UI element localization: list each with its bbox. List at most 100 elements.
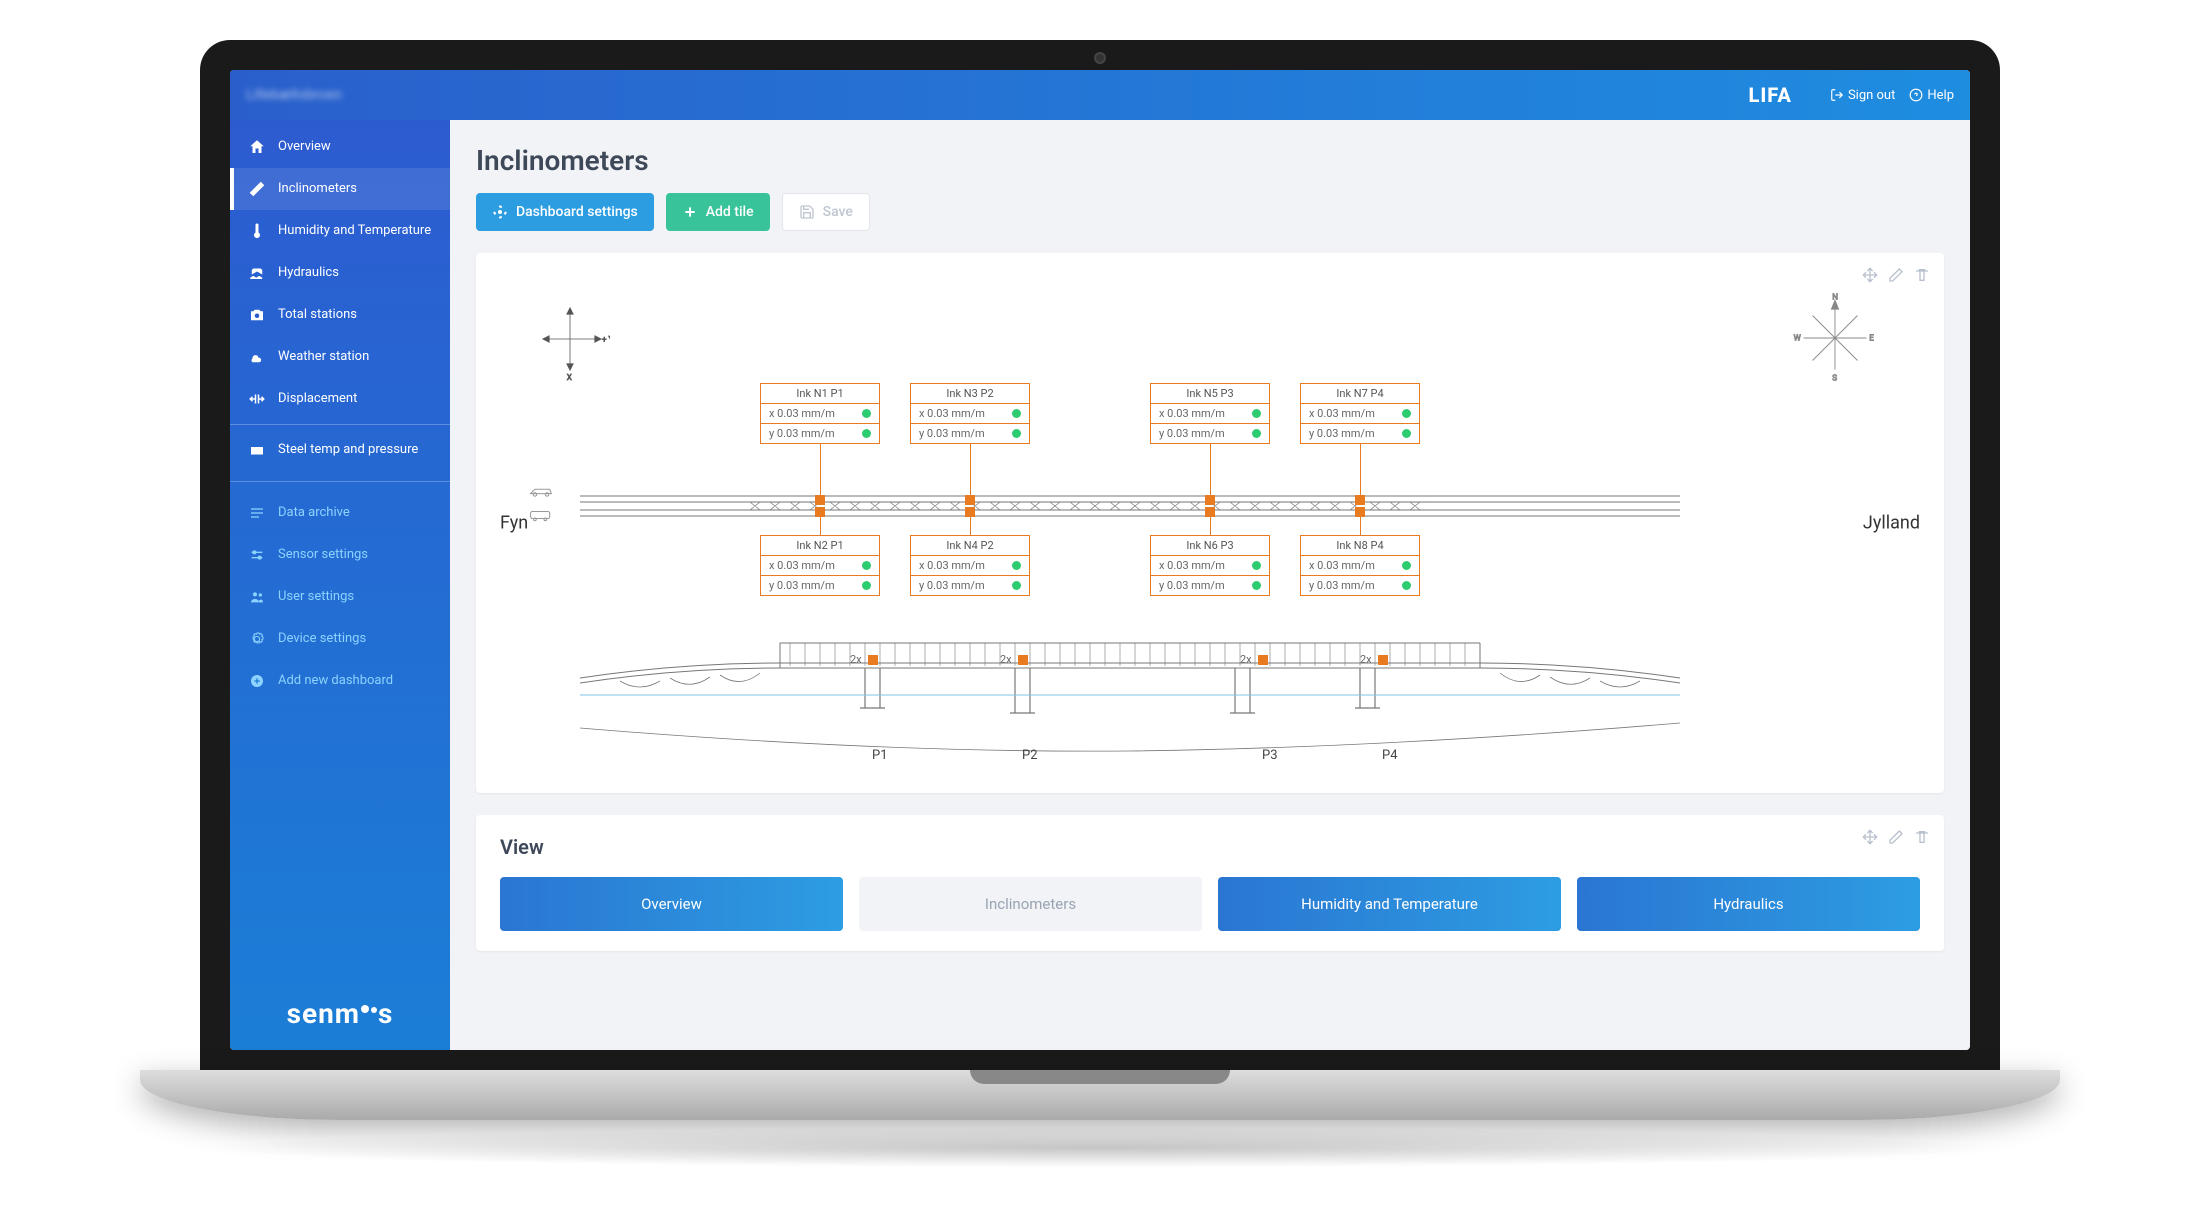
sidebar-item-label: Data archive xyxy=(278,505,350,521)
users-icon xyxy=(248,588,266,606)
status-dot-ok xyxy=(1012,409,1021,418)
sensor-box[interactable]: Ink N6 P3x 0.03 mm/my 0.03 mm/m xyxy=(1150,535,1270,596)
sidebar-item-sensor-settings[interactable]: Sensor settings xyxy=(230,534,450,576)
sensor-marker xyxy=(1355,507,1365,517)
sidebar-item-label: Displacement xyxy=(278,391,357,407)
diagram-card: Fyn Jylland + Y X xyxy=(476,253,1944,793)
svg-text:E: E xyxy=(1869,333,1874,343)
view-button[interactable]: Hydraulics xyxy=(1577,877,1920,931)
sidebar-item-add-dashboard[interactable]: Add new dashboard xyxy=(230,660,450,702)
view-button[interactable]: Inclinometers xyxy=(859,877,1202,931)
laptop-camera xyxy=(1094,52,1106,64)
sensor-y-reading: y 0.03 mm/m xyxy=(1151,423,1269,443)
gauge-icon xyxy=(248,441,266,459)
sidebar-item-label: Total stations xyxy=(278,307,357,323)
sensor-box[interactable]: Ink N3 P2x 0.03 mm/my 0.03 mm/m xyxy=(910,383,1030,444)
ship-icon xyxy=(248,264,266,282)
status-dot-ok xyxy=(1402,429,1411,438)
sliders-icon xyxy=(248,546,266,564)
dashboard-settings-button[interactable]: Dashboard settings xyxy=(476,193,654,231)
pier-label: P3 xyxy=(1262,748,1278,763)
sensor-name: Ink N6 P3 xyxy=(1151,536,1269,556)
sensor-y-reading: y 0.03 mm/m xyxy=(1151,575,1269,595)
gear-icon xyxy=(248,630,266,648)
sidebar-item-steel-temp[interactable]: Steel temp and pressure xyxy=(230,429,450,471)
thermometer-icon xyxy=(248,222,266,240)
sidebar-item-device-settings[interactable]: Device settings xyxy=(230,618,450,660)
sidebar-item-label: Weather station xyxy=(278,349,369,365)
sensor-box[interactable]: Ink N1 P1x 0.03 mm/my 0.03 mm/m xyxy=(760,383,880,444)
page-title: Inclinometers xyxy=(476,144,1944,177)
sensor-box[interactable]: Ink N8 P4x 0.03 mm/my 0.03 mm/m xyxy=(1300,535,1420,596)
sensor-x-reading: x 0.03 mm/m xyxy=(911,404,1029,423)
app-header: Lillebæltsbroen LIFA Sign out Help xyxy=(230,70,1970,120)
camera-icon xyxy=(248,306,266,324)
sign-out-label: Sign out xyxy=(1848,88,1895,103)
status-dot-ok xyxy=(1012,561,1021,570)
move-icon[interactable] xyxy=(1862,829,1878,845)
view-button[interactable]: Overview xyxy=(500,877,843,931)
sensor-box[interactable]: Ink N5 P3x 0.03 mm/my 0.03 mm/m xyxy=(1150,383,1270,444)
button-label: Save xyxy=(823,204,853,220)
status-dot-ok xyxy=(862,561,871,570)
diagram-right-label: Jylland xyxy=(1863,513,1920,534)
sidebar-item-inclinometers[interactable]: Inclinometers xyxy=(230,168,450,210)
bridge-top-view xyxy=(580,488,1680,524)
sensor-connector xyxy=(1210,515,1211,535)
sensor-marker xyxy=(1258,655,1268,665)
sidebar-divider xyxy=(230,481,450,482)
pier-2x-label: 2x xyxy=(1000,653,1012,666)
gear-icon xyxy=(492,204,508,220)
pier-label: P1 xyxy=(872,748,888,763)
sidebar-item-hydraulics[interactable]: Hydraulics xyxy=(230,252,450,294)
add-tile-button[interactable]: Add tile xyxy=(666,193,770,231)
sidebar-item-data-archive[interactable]: Data archive xyxy=(230,492,450,534)
sensor-x-reading: x 0.03 mm/m xyxy=(1301,404,1419,423)
sensor-box[interactable]: Ink N4 P2x 0.03 mm/my 0.03 mm/m xyxy=(910,535,1030,596)
status-dot-ok xyxy=(1252,581,1261,590)
view-button[interactable]: Humidity and Temperature xyxy=(1218,877,1561,931)
svg-text:S: S xyxy=(1832,372,1837,382)
sensor-marker xyxy=(1205,495,1215,505)
sensor-box[interactable]: Ink N7 P4x 0.03 mm/my 0.03 mm/m xyxy=(1300,383,1420,444)
status-dot-ok xyxy=(862,409,871,418)
toolbar: Dashboard settings Add tile Save xyxy=(476,193,1944,231)
sensor-marker xyxy=(1205,507,1215,517)
status-dot-ok xyxy=(1012,581,1021,590)
archive-icon xyxy=(248,504,266,522)
trash-icon[interactable] xyxy=(1914,829,1930,845)
edit-icon[interactable] xyxy=(1888,829,1904,845)
ruler-icon xyxy=(248,180,266,198)
sidebar-secondary: Data archive Sensor settings User settin… xyxy=(230,486,450,708)
sidebar-item-total-stations[interactable]: Total stations xyxy=(230,294,450,336)
sensor-x-reading: x 0.03 mm/m xyxy=(761,404,879,423)
status-dot-ok xyxy=(1252,429,1261,438)
sensor-x-reading: x 0.03 mm/m xyxy=(1301,556,1419,575)
laptop-shadow xyxy=(200,1128,2000,1168)
help-label: Help xyxy=(1927,88,1954,103)
status-dot-ok xyxy=(1402,561,1411,570)
sensor-marker xyxy=(965,507,975,517)
status-dot-ok xyxy=(1012,429,1021,438)
sidebar-item-overview[interactable]: Overview xyxy=(230,126,450,168)
sidebar-item-humidity-temp[interactable]: Humidity and Temperature xyxy=(230,210,450,252)
sensor-name: Ink N5 P3 xyxy=(1151,384,1269,404)
sensor-box[interactable]: Ink N2 P1x 0.03 mm/my 0.03 mm/m xyxy=(760,535,880,596)
sensor-x-reading: x 0.03 mm/m xyxy=(1151,404,1269,423)
pier-2x-label: 2x xyxy=(1240,653,1252,666)
sensor-marker xyxy=(1018,655,1028,665)
save-button: Save xyxy=(782,193,870,231)
status-dot-ok xyxy=(1402,409,1411,418)
xy-axis-icon: + Y X xyxy=(530,303,610,383)
sidebar-item-label: Inclinometers xyxy=(278,181,357,197)
sidebar-item-user-settings[interactable]: User settings xyxy=(230,576,450,618)
sensor-name: Ink N7 P4 xyxy=(1301,384,1419,404)
help-link[interactable]: Help xyxy=(1909,88,1954,103)
sensor-connector xyxy=(1360,515,1361,535)
sign-out-link[interactable]: Sign out xyxy=(1830,88,1895,103)
svg-text:W: W xyxy=(1794,333,1801,343)
sidebar-item-displacement[interactable]: Displacement xyxy=(230,378,450,420)
sidebar-item-weather-station[interactable]: Weather station xyxy=(230,336,450,378)
sensor-connector xyxy=(820,443,821,495)
sensor-y-reading: y 0.03 mm/m xyxy=(1301,575,1419,595)
